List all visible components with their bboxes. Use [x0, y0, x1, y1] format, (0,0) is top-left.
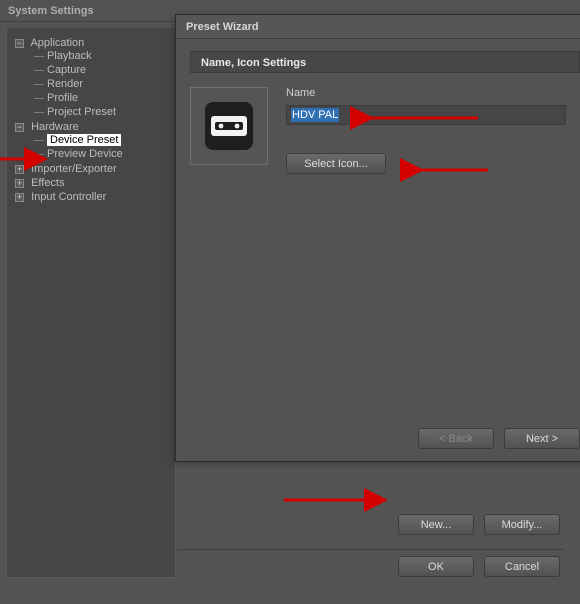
- tree-label[interactable]: Hardware: [31, 121, 79, 133]
- settings-tree-panel: − Application Playback Capture Render Pr…: [6, 28, 176, 578]
- tree-label[interactable]: Application: [30, 37, 84, 49]
- tree-item-render[interactable]: Render: [29, 77, 171, 91]
- new-button[interactable]: New...: [398, 514, 474, 535]
- tree-label[interactable]: Playback: [47, 50, 92, 62]
- fields: Name HDV PAL Select Icon...: [286, 87, 580, 174]
- dialog-title: Preset Wizard: [176, 15, 580, 39]
- back-button[interactable]: < Back: [418, 428, 494, 449]
- toggle-icon[interactable]: −: [15, 123, 24, 132]
- tree-item-project-preset[interactable]: Project Preset: [29, 105, 171, 119]
- name-label: Name: [286, 87, 580, 99]
- cancel-button[interactable]: Cancel: [484, 556, 560, 577]
- tree-label[interactable]: Render: [47, 78, 83, 90]
- toggle-icon[interactable]: −: [15, 39, 24, 48]
- tree-node-importer-exporter[interactable]: + Importer/Exporter: [13, 162, 171, 176]
- tree-label[interactable]: Device Preset: [47, 134, 121, 146]
- tree-node-effects[interactable]: + Effects: [13, 176, 171, 190]
- dialog-content: Name HDV PAL Select Icon...: [176, 83, 580, 178]
- tree-node-hardware[interactable]: − Hardware Device Preset Preview Device: [13, 120, 171, 162]
- tree-label[interactable]: Input Controller: [31, 191, 106, 203]
- cassette-icon: [201, 98, 257, 154]
- tree-node-application[interactable]: − Application Playback Capture Render Pr…: [13, 36, 171, 120]
- modify-button[interactable]: Modify...: [484, 514, 560, 535]
- preset-buttons-row: New... Modify...: [178, 474, 580, 541]
- toggle-icon[interactable]: +: [15, 193, 24, 202]
- tree-node-input-controller[interactable]: + Input Controller: [13, 190, 171, 204]
- tree-item-device-preset[interactable]: Device Preset: [29, 133, 171, 147]
- dialog-buttons-row: OK Cancel: [178, 550, 580, 583]
- name-input[interactable]: HDV PAL: [286, 105, 566, 125]
- tree-label[interactable]: Capture: [47, 64, 86, 76]
- tree-label[interactable]: Project Preset: [47, 106, 116, 118]
- tree-item-profile[interactable]: Profile: [29, 91, 171, 105]
- name-input-value: HDV PAL: [291, 108, 339, 122]
- toggle-icon[interactable]: +: [15, 179, 24, 188]
- right-panel-footer: New... Modify... OK Cancel: [178, 474, 580, 604]
- tree-label[interactable]: Effects: [31, 177, 64, 189]
- preset-wizard-dialog: Preset Wizard Name, Icon Settings Name H…: [175, 14, 580, 462]
- select-icon-button[interactable]: Select Icon...: [286, 153, 386, 174]
- tree-item-preview-device[interactable]: Preview Device: [29, 147, 171, 161]
- ok-button[interactable]: OK: [398, 556, 474, 577]
- tree-label[interactable]: Importer/Exporter: [31, 163, 117, 175]
- tree-item-capture[interactable]: Capture: [29, 63, 171, 77]
- tree-item-playback[interactable]: Playback: [29, 49, 171, 63]
- preset-icon-preview: [190, 87, 268, 165]
- settings-tree: − Application Playback Capture Render Pr…: [11, 36, 171, 204]
- next-button[interactable]: Next >: [504, 428, 580, 449]
- tree-label[interactable]: Profile: [47, 92, 78, 104]
- wizard-nav-row: < Back Next >: [176, 417, 580, 461]
- tree-label[interactable]: Preview Device: [47, 148, 123, 160]
- section-header: Name, Icon Settings: [190, 51, 580, 73]
- toggle-icon[interactable]: +: [15, 165, 24, 174]
